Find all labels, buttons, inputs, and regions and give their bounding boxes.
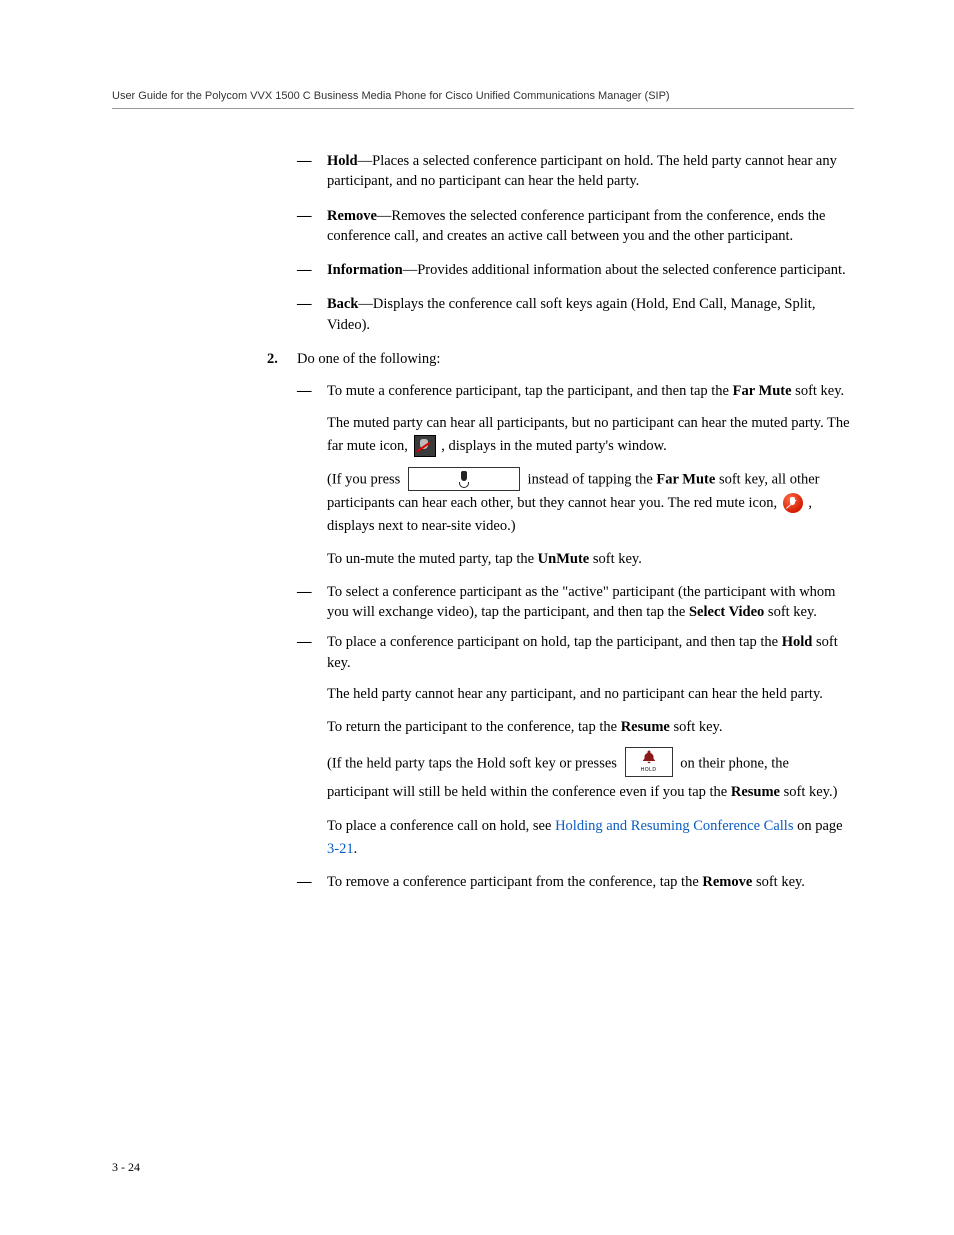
sub-mute: — To mute a conference participant, tap … (297, 381, 854, 401)
dash: — (297, 582, 327, 623)
holdp-p4a: (If the held party taps the Hold soft ke… (327, 756, 621, 772)
bullet-back: — Back—Displays the conference call soft… (297, 294, 854, 335)
holdp-p3c: soft key. (670, 719, 723, 735)
mute-p4a: To un-mute the muted party, tap the (327, 551, 538, 567)
link-page-ref[interactable]: 3-21 (327, 841, 354, 857)
holdp-p5c: . (354, 841, 358, 857)
select-b: Select Video (689, 604, 764, 620)
dash: — (297, 381, 327, 401)
dash: — (297, 294, 327, 335)
term-remove: Remove (327, 208, 377, 224)
holdp-p1b: Hold (782, 634, 813, 650)
removep-a: To remove a conference participant from … (327, 874, 702, 890)
dash: — (297, 872, 327, 892)
step-2: 2. Do one of the following: (267, 349, 854, 369)
holdp-p3a: To return the participant to the confere… (327, 719, 621, 735)
hold-hard-key-icon: HOLD (625, 747, 673, 777)
holdp-p1a: To place a conference participant on hol… (327, 634, 782, 650)
mute-p2b: , displays in the muted party's window. (441, 438, 667, 454)
mute-p4: To un-mute the muted party, tap the UnMu… (327, 548, 854, 571)
holdp-p4d: soft key.) (780, 784, 837, 800)
link-holding-resuming[interactable]: Holding and Resuming Conference Calls (555, 818, 793, 834)
far-mute-icon (414, 435, 436, 457)
term-hold: Hold (327, 153, 358, 169)
dash: — (297, 260, 327, 280)
text-remove: —Removes the selected conference partici… (327, 208, 825, 244)
sub-hold-participant: — To place a conference participant on h… (297, 632, 854, 673)
mute-p1c: soft key. (792, 383, 845, 399)
step-number: 2. (267, 349, 297, 369)
mute-p3a: (If you press (327, 471, 404, 487)
text-information: —Provides additional information about t… (403, 262, 846, 278)
page-number: 3 - 24 (112, 1160, 140, 1175)
holdp-p3: To return the participant to the confere… (327, 716, 854, 739)
step-2-lead: Do one of the following: (297, 349, 854, 369)
mute-p3c: Far Mute (656, 471, 715, 487)
mute-p2: The muted party can hear all participant… (327, 412, 854, 458)
mute-p4c: soft key. (589, 551, 642, 567)
removep-b: Remove (702, 874, 752, 890)
dash: — (297, 151, 327, 192)
bullet-hold: — Hold—Places a selected conference part… (297, 151, 854, 192)
dash: — (297, 206, 327, 247)
mute-p1b: Far Mute (733, 383, 792, 399)
dash: — (297, 632, 327, 673)
hold-key-label: HOLD (626, 766, 672, 775)
bullet-remove: — Remove—Removes the selected conference… (297, 206, 854, 247)
holdp-p4c: Resume (731, 784, 780, 800)
text-back: —Displays the conference call soft keys … (327, 296, 815, 332)
holdp-p3b: Resume (621, 719, 670, 735)
holdp-p4: (If the held party taps the Hold soft ke… (327, 749, 854, 805)
bullet-information: — Information—Provides additional inform… (297, 260, 854, 280)
page-header: User Guide for the Polycom VVX 1500 C Bu… (112, 90, 854, 109)
mute-p3b: instead of tapping the (528, 471, 657, 487)
mute-p1a: To mute a conference participant, tap th… (327, 383, 733, 399)
mute-p4b: UnMute (538, 551, 590, 567)
text-hold: —Places a selected conference participan… (327, 153, 837, 189)
holdp-p5a: To place a conference call on hold, see (327, 818, 555, 834)
red-mute-icon (783, 493, 803, 513)
term-information: Information (327, 262, 403, 278)
holdp-p5: To place a conference call on hold, see … (327, 815, 854, 861)
select-c: soft key. (764, 604, 817, 620)
sub-remove-participant: — To remove a conference participant fro… (297, 872, 854, 892)
mute-hard-key-icon (408, 467, 520, 491)
removep-c: soft key. (752, 874, 805, 890)
holdp-p2: The held party cannot hear any participa… (327, 683, 854, 706)
holdp-p5b: on page (793, 818, 842, 834)
body-content: — Hold—Places a selected conference part… (297, 151, 854, 892)
mute-p3: (If you press instead of tapping the Far… (327, 468, 854, 538)
sub-select-video: — To select a conference participant as … (297, 582, 854, 623)
term-back: Back (327, 296, 358, 312)
